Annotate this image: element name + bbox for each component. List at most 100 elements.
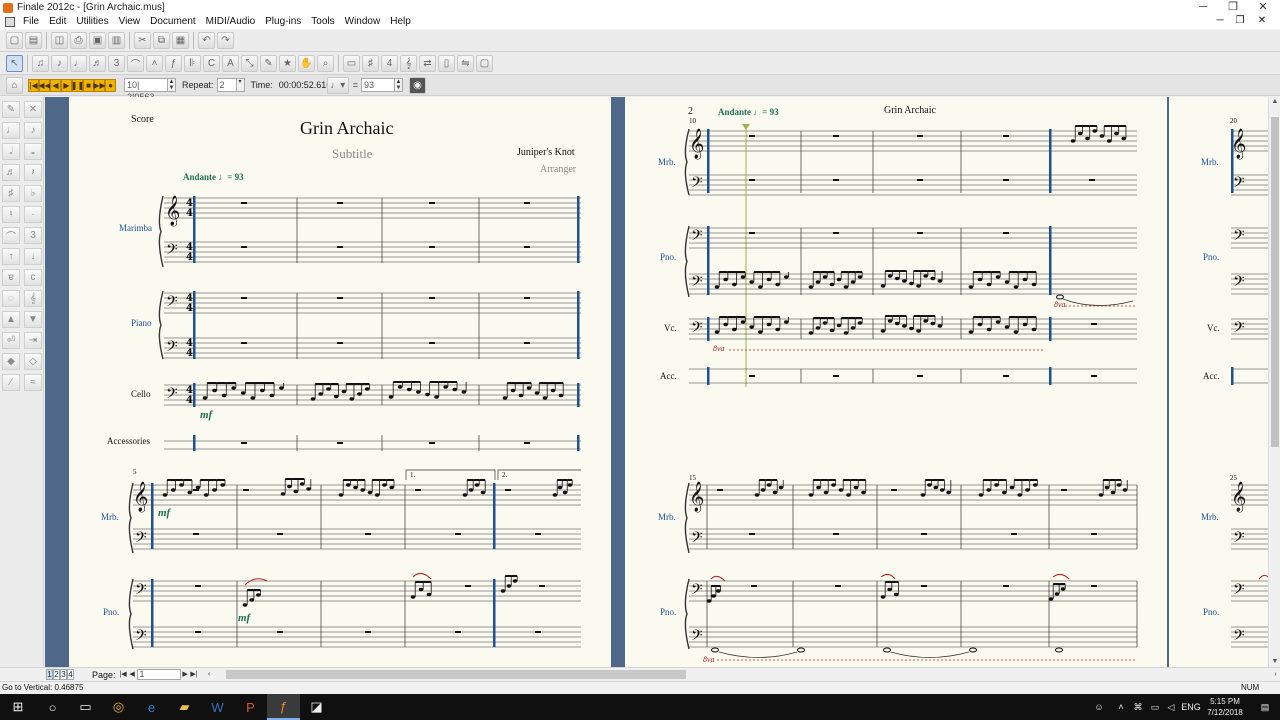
palette-tool-icon[interactable]: ♩ xyxy=(2,122,20,139)
notifications-icon[interactable]: ▤ xyxy=(1257,694,1273,720)
hyperscribe-icon[interactable]: ♬ xyxy=(89,54,106,72)
task-view-icon[interactable]: ▭ xyxy=(69,694,102,720)
tempo-marking-p2[interactable]: Andante ♩= 93 xyxy=(718,107,779,117)
ottava-mark[interactable]: 8va xyxy=(703,655,715,664)
doc-close-button[interactable]: ✕ xyxy=(1252,15,1272,26)
tray-chevron-icon[interactable]: ˄ xyxy=(1114,694,1128,720)
staff-label-vc[interactable]: Vc. xyxy=(1207,323,1220,333)
staff-label-mrb[interactable]: Mrb. xyxy=(1201,512,1219,522)
step-back-icon[interactable]: ◀ xyxy=(50,78,61,92)
staff-label-pno[interactable]: Pno. xyxy=(660,252,676,262)
next-page-icon[interactable]: ▶ xyxy=(181,670,190,680)
repeat-field[interactable]: 2 xyxy=(216,78,237,92)
volume-icon[interactable]: ◁ xyxy=(1164,694,1178,720)
instrument-name-cello[interactable]: Cello xyxy=(131,389,151,399)
palette-tool-icon[interactable]: ✎ xyxy=(2,101,20,118)
palette-tool-icon[interactable]: ◇ xyxy=(24,353,42,370)
stop-icon[interactable]: ■ xyxy=(83,78,94,92)
undo-icon[interactable]: ↶ xyxy=(198,32,215,49)
selection-tool-icon[interactable]: ↖ xyxy=(6,54,23,72)
rewind-icon[interactable]: ◀◀ xyxy=(38,78,51,92)
paste-icon[interactable]: ▦ xyxy=(172,32,189,49)
record-icon[interactable]: ● xyxy=(105,78,116,92)
instrument-name-piano[interactable]: Piano xyxy=(131,318,152,328)
palette-tool-icon[interactable]: ɐ xyxy=(2,269,20,286)
page-field[interactable]: 1 xyxy=(136,669,181,680)
prev-page-icon[interactable]: ◀ xyxy=(128,670,137,680)
chrome-icon[interactable]: ◎ xyxy=(102,694,135,720)
key-signature-icon[interactable]: 4 xyxy=(381,54,398,72)
clef-tool-icon[interactable]: ⇄ xyxy=(419,54,436,72)
staff-label-mrb[interactable]: Mrb. xyxy=(658,157,676,167)
measure-counter-field[interactable]: 10| 2|0563 xyxy=(124,78,168,102)
smart-shape-icon[interactable]: ⌒ xyxy=(127,54,144,72)
palette-tool-icon[interactable]: ⌒ xyxy=(2,227,20,244)
staff-label-mrb[interactable]: Mrb. xyxy=(101,512,119,522)
ottava-mark[interactable]: 8va xyxy=(1054,300,1066,309)
second-ending-label[interactable]: 2. xyxy=(502,471,507,479)
resize-tool-icon[interactable]: ✎ xyxy=(260,54,277,72)
palette-tool-icon[interactable]: 𝅗𝅥 xyxy=(2,143,20,160)
score-page-3[interactable]: 𝄞 𝄢 𝄢 𝄢 𝄢 𝄞 𝄢 𝄢 𝄢 20 Mrb. Pno. Vc. Acc. 25 Mrb. … xyxy=(1169,97,1268,667)
people-icon[interactable]: ☺ xyxy=(1092,694,1106,720)
pause-icon[interactable]: ❚❚ xyxy=(71,78,84,92)
battery-icon[interactable]: ▭ xyxy=(1148,694,1162,720)
staff-tool-icon[interactable]: ♫ xyxy=(32,54,49,72)
palette-tool-icon[interactable]: ♮ xyxy=(2,206,20,223)
palette-tool-icon[interactable]: ᴄ xyxy=(24,269,42,286)
palette-tool-icon[interactable]: 𝄞 xyxy=(24,290,42,307)
print-preview-icon[interactable]: ▣ xyxy=(89,32,106,49)
measure-spinner[interactable]: ▲ ▼ xyxy=(168,78,176,92)
dynamic-mf-cello[interactable]: mf xyxy=(200,409,212,421)
doc-restore-button[interactable]: ❐ xyxy=(1230,15,1250,26)
menu-tools[interactable]: Tools xyxy=(306,15,339,29)
page-button-2[interactable]: 2 xyxy=(53,669,60,680)
language-indicator[interactable]: ENG xyxy=(1180,694,1202,720)
palette-tool-icon[interactable]: ◆ xyxy=(2,353,20,370)
articulation-icon[interactable]: ˄ xyxy=(146,54,163,72)
ossia-icon[interactable]: ⇋ xyxy=(457,54,474,72)
edge-icon[interactable]: e xyxy=(135,694,168,720)
note-mover-icon[interactable]: ▯ xyxy=(438,54,455,72)
speaker-icon[interactable]: ⌂ xyxy=(6,76,23,94)
menu-edit[interactable]: Edit xyxy=(44,15,71,29)
word-icon[interactable]: W xyxy=(201,694,234,720)
staff-label-vc[interactable]: Vc. xyxy=(664,323,677,333)
staff-label-acc[interactable]: Acc. xyxy=(1203,371,1220,381)
palette-tool-icon[interactable]: ♯ xyxy=(2,185,20,202)
dynamic-mf-piano[interactable]: mf xyxy=(238,612,250,624)
palette-tool-icon[interactable]: ♬ xyxy=(2,164,20,181)
open-icon[interactable]: ▤ xyxy=(25,32,42,49)
chord-tool-icon[interactable]: C xyxy=(203,54,220,72)
palette-tool-icon[interactable]: 𝄽 xyxy=(24,164,42,181)
mirror-tool-icon[interactable]: ▢ xyxy=(476,54,493,72)
scroll-up-icon[interactable]: ▲ xyxy=(1269,97,1280,107)
save-as-icon[interactable]: ▥ xyxy=(108,32,125,49)
app-taskbar-icon[interactable]: ◪ xyxy=(300,694,333,720)
staff-label-pno[interactable]: Pno. xyxy=(660,607,676,617)
file-explorer-icon[interactable]: ▰ xyxy=(168,694,201,720)
tempo-marking[interactable]: Andante ♩= 93 xyxy=(183,172,244,182)
menu-midi-audio[interactable]: MIDI/Audio xyxy=(201,15,260,29)
measure-tool-icon[interactable]: ♯ xyxy=(362,54,379,72)
text-tool-icon[interactable]: ⤡ xyxy=(241,54,258,72)
graphics-tool-icon[interactable]: ★ xyxy=(279,54,296,72)
palette-tool-icon[interactable]: ⏎ xyxy=(2,332,20,349)
document-icon[interactable] xyxy=(5,17,15,27)
last-page-icon[interactable]: ▶| xyxy=(190,670,199,680)
palette-tool-icon[interactable]: ≈ xyxy=(24,374,42,391)
tempo-note-icon[interactable]: ♩▾ xyxy=(326,76,349,94)
repeat-dropdown[interactable]: ▾ xyxy=(236,78,245,92)
tuplet-tool-icon[interactable]: 3 xyxy=(108,54,125,72)
ottava-mark[interactable]: 8va xyxy=(713,344,725,353)
page-button-1[interactable]: 1 xyxy=(46,669,53,680)
staff-label-mrb[interactable]: Mrb. xyxy=(658,512,676,522)
palette-tool-icon[interactable]: · xyxy=(24,206,42,223)
network-icon[interactable]: ⌘ xyxy=(1131,694,1145,720)
menu-help[interactable]: Help xyxy=(385,15,416,29)
hand-grabber-icon[interactable]: ⌕ xyxy=(317,54,334,72)
scroll-left-icon[interactable]: ‹ xyxy=(205,670,214,680)
staff-label-pno[interactable]: Pno. xyxy=(1203,252,1219,262)
horizontal-scrollbar[interactable] xyxy=(219,669,1270,680)
staff-label-mrb[interactable]: Mrb. xyxy=(1201,157,1219,167)
